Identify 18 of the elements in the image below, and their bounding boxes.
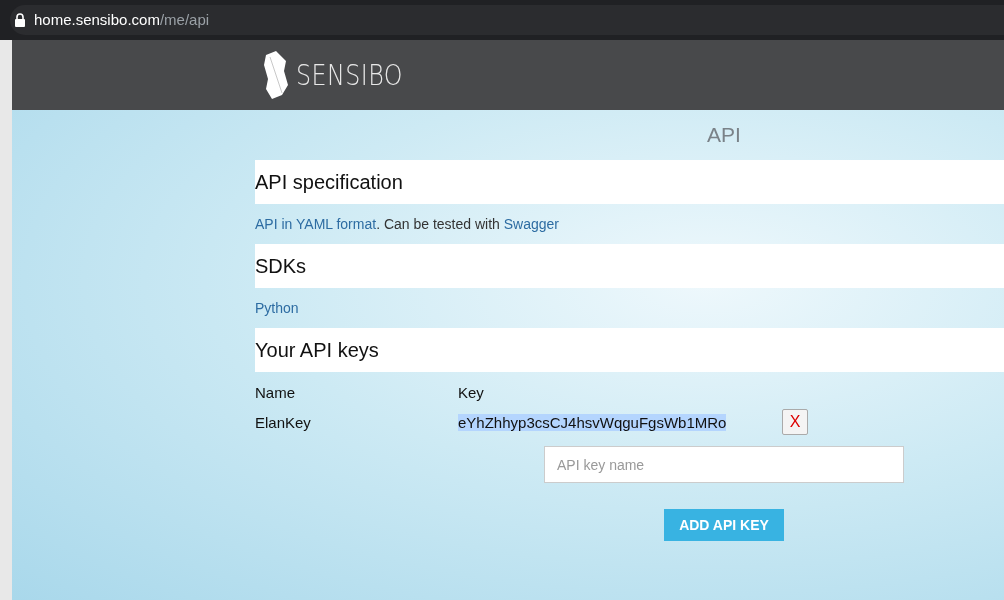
section-title: API specification [255,160,1004,204]
add-api-key-button[interactable]: ADD API KEY [664,509,784,541]
page-title: API [707,123,741,147]
key-name: ElanKey [255,413,311,431]
column-header: Name [255,383,296,401]
column-header: Key [458,383,484,401]
logo-text: SENSIBO [296,58,403,92]
link[interactable]: Swagger [503,216,560,232]
api-key-name-input[interactable]: API key name [544,446,904,483]
api-key-value: eYhZhhyp3csCJ4hsvWqguFgsWb1MRo [458,413,727,431]
lock-icon [14,13,26,27]
section-title: Your API keys [255,328,1004,372]
logo-icon [262,51,290,99]
description-text: API in YAML format. Can be tested with Swagger [255,216,560,232]
delete-button[interactable]: X [782,409,808,435]
section-title: SDKs [255,244,1004,288]
link[interactable]: Python [255,300,299,316]
url-text[interactable]: home.sensibo.com/me/api [34,11,210,29]
